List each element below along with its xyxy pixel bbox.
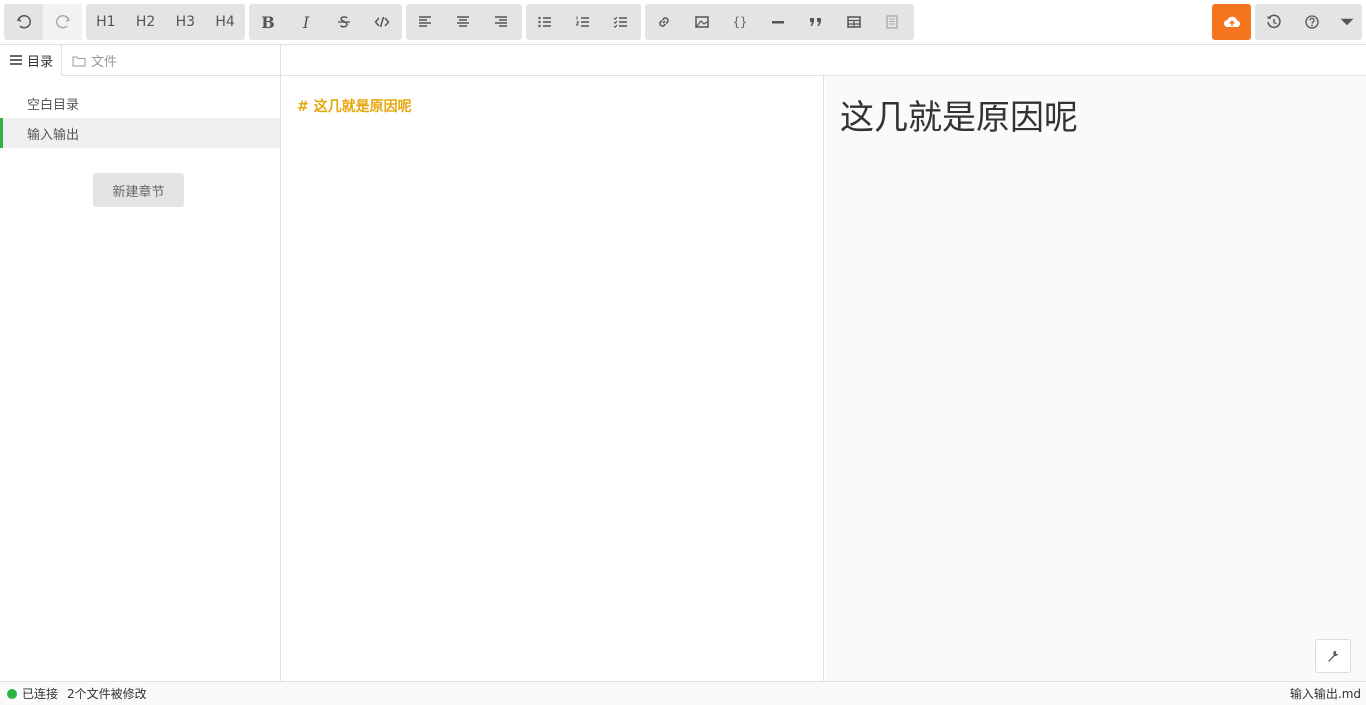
modified-count: 2个文件被修改 bbox=[67, 687, 147, 701]
list-group bbox=[526, 4, 641, 40]
preview-pane: 这几就是原因呢 bbox=[825, 76, 1366, 681]
more-dropdown-button[interactable] bbox=[1331, 4, 1362, 40]
sidebar-item-blank-toc[interactable]: 空白目录 bbox=[0, 88, 280, 118]
tab-toc-label: 目录 bbox=[27, 54, 54, 70]
task-list-icon bbox=[613, 16, 627, 28]
link-icon bbox=[659, 17, 669, 27]
format-group: B I bbox=[249, 4, 402, 40]
align-left-button[interactable] bbox=[406, 4, 444, 40]
horizontal-rule-button[interactable] bbox=[759, 4, 797, 40]
editor-header bbox=[281, 45, 1366, 76]
history-icon bbox=[1267, 14, 1281, 29]
table-button[interactable] bbox=[835, 4, 873, 40]
caret-down-icon bbox=[1340, 18, 1353, 26]
status-bar: 已连接 2个文件被修改 输入输出.md bbox=[0, 681, 1366, 705]
italic-button[interactable]: I bbox=[287, 4, 325, 40]
link-button[interactable] bbox=[645, 4, 683, 40]
editor-heading-line[interactable]: # 这几就是原因呢 bbox=[297, 96, 412, 116]
quote-button[interactable] bbox=[797, 4, 835, 40]
h3-button[interactable]: H3 bbox=[166, 4, 206, 40]
toolbar: H1 H2 H3 H4 B I {} bbox=[0, 0, 1366, 45]
list-icon bbox=[10, 55, 22, 65]
code-button[interactable] bbox=[363, 4, 401, 40]
code-block-button[interactable]: {} bbox=[721, 4, 759, 40]
sidebar-item-io[interactable]: 输入输出 bbox=[0, 118, 280, 148]
preview-heading: 这几就是原因呢 bbox=[840, 98, 1078, 138]
history-group bbox=[4, 4, 82, 40]
history-button[interactable] bbox=[1255, 4, 1293, 40]
document-icon bbox=[886, 15, 898, 29]
redo-button[interactable] bbox=[43, 4, 82, 40]
sidebar: 目录 文件 空白目录 输入输出 新建章节 bbox=[0, 45, 281, 681]
undo-button[interactable] bbox=[4, 4, 43, 40]
bold-button[interactable]: B bbox=[249, 4, 287, 40]
bullet-list-button[interactable] bbox=[526, 4, 564, 40]
misc-group bbox=[1255, 4, 1362, 40]
h4-button[interactable]: H4 bbox=[205, 4, 245, 40]
align-left-icon bbox=[419, 16, 431, 27]
align-right-button[interactable] bbox=[482, 4, 520, 40]
ordered-list-icon bbox=[575, 16, 589, 27]
connection-status: 已连接 bbox=[22, 687, 59, 701]
image-button[interactable] bbox=[683, 4, 721, 40]
braces-icon: {} bbox=[732, 15, 748, 29]
align-right-icon bbox=[495, 16, 507, 27]
insert-group: {} bbox=[645, 4, 914, 40]
tab-files-label: 文件 bbox=[91, 55, 118, 70]
upload-button[interactable] bbox=[1212, 4, 1251, 40]
align-center-button[interactable] bbox=[444, 4, 482, 40]
bullet-list-icon bbox=[538, 16, 551, 28]
redo-icon bbox=[55, 15, 70, 29]
code-icon bbox=[374, 16, 390, 28]
task-list-button[interactable] bbox=[602, 4, 640, 40]
cloud-upload-icon bbox=[1223, 16, 1240, 28]
heading-group: H1 H2 H3 H4 bbox=[86, 4, 245, 40]
undo-icon bbox=[16, 15, 31, 29]
current-filename: 输入输出.md bbox=[1289, 687, 1361, 701]
sidebar-tabs: 目录 文件 bbox=[0, 45, 280, 76]
toc-button[interactable] bbox=[873, 4, 911, 40]
image-icon bbox=[695, 16, 709, 28]
new-chapter-button[interactable]: 新建章节 bbox=[93, 173, 184, 207]
table-icon bbox=[847, 16, 861, 28]
folder-icon bbox=[72, 56, 86, 66]
h1-button[interactable]: H1 bbox=[86, 4, 126, 40]
tab-toc[interactable]: 目录 bbox=[0, 45, 63, 76]
quote-icon bbox=[810, 18, 821, 26]
help-button[interactable] bbox=[1293, 4, 1331, 40]
align-group bbox=[406, 4, 522, 40]
horizontal-rule-icon bbox=[772, 21, 784, 24]
settings-button[interactable] bbox=[1315, 639, 1351, 673]
wrench-icon bbox=[1328, 650, 1339, 662]
help-icon bbox=[1305, 15, 1319, 29]
markdown-editor[interactable]: # 这几就是原因呢 bbox=[281, 76, 824, 681]
sidebar-item-label: 空白目录 bbox=[27, 97, 80, 113]
ordered-list-button[interactable] bbox=[564, 4, 602, 40]
strikethrough-button[interactable] bbox=[325, 4, 363, 40]
tab-files[interactable]: 文件 bbox=[62, 45, 125, 76]
h2-button[interactable]: H2 bbox=[126, 4, 166, 40]
connection-status-icon bbox=[7, 688, 17, 699]
align-center-icon bbox=[457, 16, 469, 27]
strikethrough-icon bbox=[338, 16, 350, 28]
sidebar-item-label: 输入输出 bbox=[27, 127, 80, 143]
